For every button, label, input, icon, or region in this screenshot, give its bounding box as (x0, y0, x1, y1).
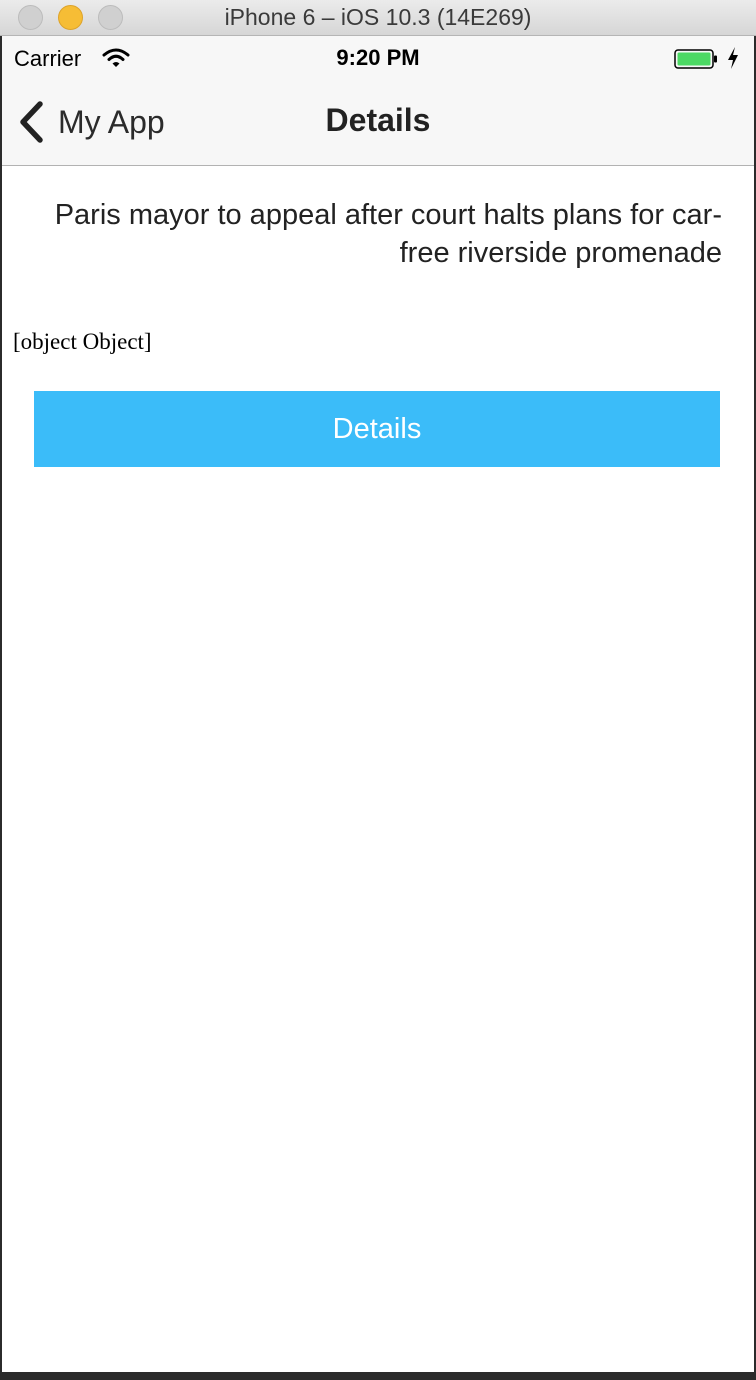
object-text: [object Object] (13, 329, 152, 354)
page-title: Details (325, 102, 431, 138)
battery-icon (674, 49, 717, 69)
details-button[interactable]: Details (34, 391, 720, 467)
article-headline: Paris mayor to appeal after court halts … (54, 199, 722, 269)
status-time: 9:20 PM (336, 45, 420, 70)
navigation-bar: My App Details (2, 80, 754, 166)
charging-bolt-icon (728, 47, 738, 69)
window-title: iPhone 6 – iOS 10.3 (14E269) (224, 4, 532, 30)
status-bar: Carrier 9:20 PM (2, 36, 754, 80)
simulator-screen: Carrier 9:20 PM My App Details Paris may… (2, 36, 754, 1372)
window-titlebar: iPhone 6 – iOS 10.3 (14E269) (0, 0, 756, 36)
